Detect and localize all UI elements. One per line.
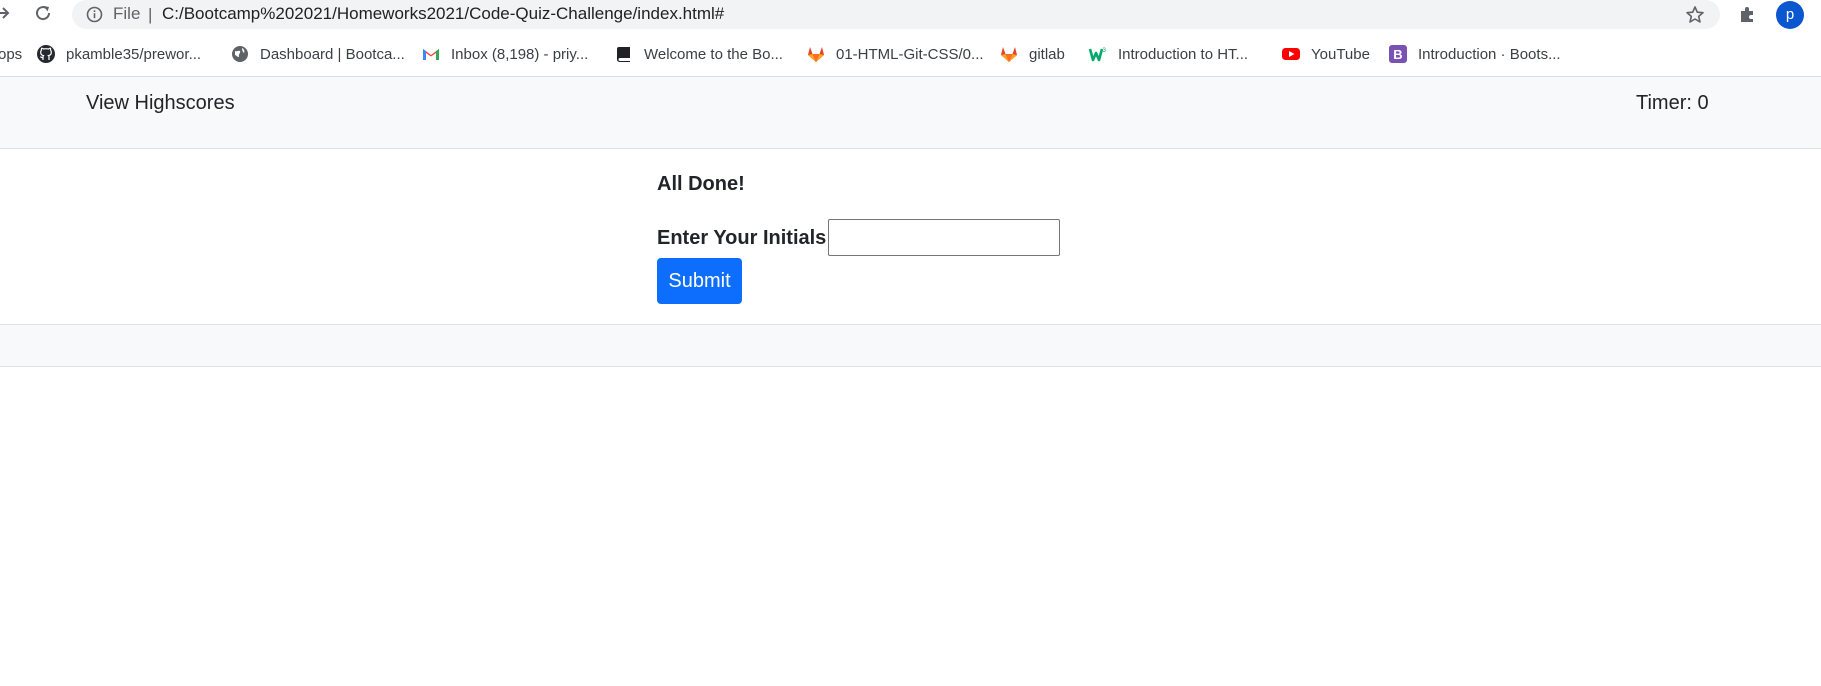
youtube-icon [1281,44,1301,64]
initials-label: Enter Your Initials [657,227,827,249]
footer-band [0,324,1821,367]
extensions-puzzle-icon[interactable] [1737,3,1759,25]
bookmark-label: 01-HTML-Git-CSS/0... [836,45,984,63]
info-icon[interactable] [86,6,103,23]
browser-toolbar: File | C:/Bootcamp%202021/Homeworks2021/… [0,0,1821,30]
timer: Timer: 0 [1636,91,1709,115]
submit-button[interactable]: Submit [657,258,742,304]
all-done-heading: All Done! [657,173,745,195]
timer-label: Timer: [1636,92,1692,114]
svg-text:3: 3 [1103,48,1107,54]
bookmark-gitlab-html[interactable]: 01-HTML-Git-CSS/0... [806,40,984,68]
page-header: View Highscores Timer: 0 [0,77,1821,149]
timer-value: 0 [1697,92,1709,114]
bookmark-apps[interactable]: ops [0,40,22,68]
file-label: File [113,4,141,23]
gmail-icon [421,44,441,64]
svg-text:B: B [1393,47,1402,62]
bookmark-label: Inbox (8,198) - priy... [451,45,589,63]
gitlab-icon [806,44,826,64]
bookmark-label: Dashboard | Bootca... [260,45,405,63]
url-separator: | [148,5,153,24]
address-bar[interactable]: File | C:/Bootcamp%202021/Homeworks2021/… [72,0,1720,29]
bookmark-welcome[interactable]: Welcome to the Bo... [614,40,783,68]
book-icon [614,44,634,64]
bookmark-label: Welcome to the Bo... [644,45,783,63]
bookmark-w3schools[interactable]: 3 Introduction to HT... [1088,40,1248,68]
bookmark-label: gitlab [1029,45,1065,63]
gitlab-icon [999,44,1019,64]
bookmark-gitlab[interactable]: gitlab [999,40,1065,68]
globe-icon [230,44,250,64]
bookmark-gmail[interactable]: Inbox (8,198) - priy... [421,40,588,68]
bookmark-bootstrap[interactable]: B Introduction · Boots... [1388,40,1561,68]
github-icon [36,44,56,64]
bookmark-github[interactable]: pkamble35/prewor... [36,40,201,68]
forward-arrow-icon[interactable] [0,2,14,24]
browser-chrome: File | C:/Bootcamp%202021/Homeworks2021/… [0,0,1821,77]
w3schools-icon: 3 [1088,44,1108,64]
bookmarks-bar: ops pkamble35/prewor... Dashboard | Boot… [0,40,1821,68]
bootstrap-icon: B [1388,44,1408,64]
reload-icon[interactable] [32,2,54,24]
bookmark-label: ops [0,45,23,63]
view-highscores-link[interactable]: View Highscores [86,91,235,115]
profile-avatar[interactable]: p [1776,1,1804,29]
bookmark-youtube[interactable]: YouTube [1281,40,1370,68]
initials-input[interactable] [828,219,1060,256]
bookmark-label: Introduction · Boots... [1418,45,1561,63]
bookmark-star-icon[interactable] [1684,4,1706,26]
bookmark-dashboard[interactable]: Dashboard | Bootca... [230,40,405,68]
bookmark-label: YouTube [1311,45,1370,63]
bookmark-label: pkamble35/prewor... [66,45,202,63]
url-text[interactable]: C:/Bootcamp%202021/Homeworks2021/Code-Qu… [162,4,724,24]
bookmark-label: Introduction to HT... [1118,45,1249,63]
